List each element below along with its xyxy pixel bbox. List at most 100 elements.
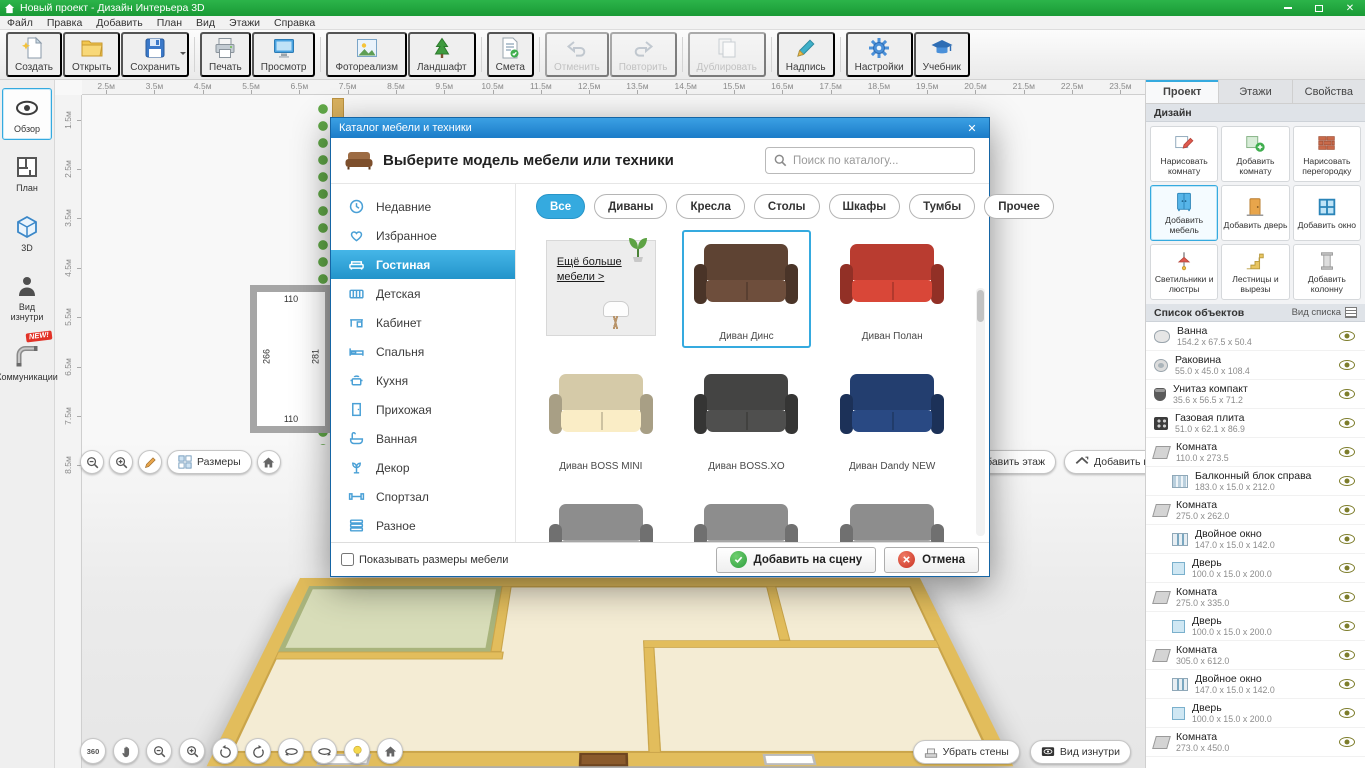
menu-item[interactable]: Добавить <box>89 16 149 30</box>
category-office[interactable]: Кабинет <box>331 308 515 337</box>
visibility-toggle[interactable] <box>1337 592 1357 602</box>
category-bedroom[interactable]: Спальня <box>331 337 515 366</box>
search-input[interactable] <box>793 155 966 167</box>
visibility-toggle[interactable] <box>1337 331 1357 341</box>
cancel-button[interactable]: Отмена <box>884 547 979 573</box>
sidebar-item-overview[interactable]: Обзор <box>2 88 52 140</box>
product-tile[interactable]: Диван Dandy NEW <box>827 360 957 478</box>
menu-item[interactable]: Вид <box>189 16 222 30</box>
rotate-right-button[interactable] <box>245 738 271 764</box>
category-kitchen[interactable]: Кухня <box>331 366 515 395</box>
tutorial-button[interactable]: Учебник <box>914 32 970 77</box>
visibility-toggle[interactable] <box>1337 563 1357 573</box>
category-bathroom[interactable]: Ванная <box>331 424 515 453</box>
draw-partition-button[interactable]: Нарисовать перегородку <box>1293 126 1361 182</box>
product-tile[interactable]: Диван Динс <box>682 230 812 348</box>
sidebar-item-plan[interactable]: План <box>2 147 52 199</box>
object-list-item[interactable]: Ванна 154.2 x 67.5 x 50.4 <box>1146 322 1365 351</box>
category-recent[interactable]: Недавние <box>331 192 515 221</box>
category-hallway[interactable]: Прихожая <box>331 395 515 424</box>
add-roof-button[interactable]: Добавить крышу <box>1064 450 1145 474</box>
product-tile[interactable]: Диван Полан <box>827 230 957 348</box>
stairs-button[interactable]: Лестницы и вырезы <box>1221 244 1289 300</box>
draw-room-button[interactable]: Нарисовать комнату <box>1150 126 1218 182</box>
remove-walls-button[interactable]: Убрать стены <box>913 740 1020 764</box>
visibility-toggle[interactable] <box>1337 534 1357 544</box>
object-list-item[interactable]: Газовая плита 51.0 x 62.1 x 86.9 <box>1146 409 1365 438</box>
category-decor[interactable]: Декор <box>331 453 515 482</box>
visibility-toggle[interactable] <box>1337 621 1357 631</box>
visibility-toggle[interactable] <box>1337 476 1357 486</box>
add-window-button[interactable]: Добавить окно <box>1293 185 1361 241</box>
category-living-room[interactable]: Гостиная <box>331 250 515 279</box>
object-list-item[interactable]: Унитаз компакт 35.6 x 56.5 x 71.2 <box>1146 380 1365 409</box>
filter-chip[interactable]: Шкафы <box>829 194 901 219</box>
show-sizes-checkbox[interactable]: Показывать размеры мебели <box>341 553 508 566</box>
category-kids-room[interactable]: Детская <box>331 279 515 308</box>
visibility-toggle[interactable] <box>1337 418 1357 428</box>
visibility-toggle[interactable] <box>1337 447 1357 457</box>
object-list-item[interactable]: Дверь 100.0 x 15.0 x 200.0 <box>1146 699 1365 728</box>
menu-item[interactable]: Правка <box>40 16 89 30</box>
tab-floors[interactable]: Этажи <box>1219 80 1292 103</box>
filter-chip[interactable]: Диваны <box>594 194 667 219</box>
open-project-button[interactable]: Открыть <box>63 32 120 77</box>
object-list-item[interactable]: Двойное окно 147.0 x 15.0 x 142.0 <box>1146 670 1365 699</box>
filter-chip[interactable]: Столы <box>754 194 820 219</box>
orbit-right-button[interactable] <box>311 738 337 764</box>
light-button[interactable] <box>344 738 370 764</box>
add-furniture-button[interactable]: Добавить мебель <box>1150 185 1218 241</box>
zoom-in-button[interactable] <box>109 450 133 474</box>
visibility-toggle[interactable] <box>1337 360 1357 370</box>
inside-view-button[interactable]: Вид изнутри <box>1030 740 1131 764</box>
sidebar-item-3d[interactable]: 3D <box>2 207 52 259</box>
home-view-button[interactable] <box>257 450 281 474</box>
object-list-item[interactable]: Дверь 100.0 x 15.0 x 200.0 <box>1146 612 1365 641</box>
add-column-button[interactable]: Добавить колонну <box>1293 244 1361 300</box>
add-door-button[interactable]: Добавить дверь <box>1221 185 1289 241</box>
filter-chip[interactable]: Тумбы <box>909 194 975 219</box>
category-gym[interactable]: Спортзал <box>331 482 515 511</box>
zoom-out-button[interactable] <box>80 450 104 474</box>
catalog-search-box[interactable] <box>765 147 975 174</box>
object-list-item[interactable]: Комната 110.0 x 273.5 <box>1146 438 1365 467</box>
zoom-in-button[interactable] <box>179 738 205 764</box>
orbit-left-button[interactable] <box>278 738 304 764</box>
promo-link[interactable]: Ещё больше мебели > <box>557 255 635 285</box>
dialog-close-button[interactable]: ✕ <box>963 120 981 136</box>
product-tile[interactable] <box>827 490 957 542</box>
preview-button[interactable]: Просмотр <box>252 32 316 77</box>
rotate-360-button[interactable]: 360 <box>80 738 106 764</box>
object-list-item[interactable]: Раковина 55.0 x 45.0 x 108.4 <box>1146 351 1365 380</box>
product-tile[interactable] <box>536 490 666 542</box>
new-project-button[interactable]: Создать <box>6 32 62 77</box>
filter-chip[interactable]: Все <box>536 194 585 219</box>
minimize-button[interactable] <box>1275 1 1301 15</box>
visibility-toggle[interactable] <box>1337 650 1357 660</box>
catalog-scrollbar[interactable] <box>976 288 985 536</box>
text-label-button[interactable]: Надпись <box>777 32 835 77</box>
filter-chip[interactable]: Прочее <box>984 194 1054 219</box>
category-favorites[interactable]: Избранное <box>331 221 515 250</box>
object-list-item[interactable]: Балконный блок справа 183.0 x 15.0 x 212… <box>1146 467 1365 496</box>
redo-button[interactable]: Повторить <box>610 32 677 77</box>
visibility-toggle[interactable] <box>1337 389 1357 399</box>
photorealism-button[interactable]: Фотореализм <box>326 32 407 77</box>
category-misc[interactable]: Разное <box>331 511 515 540</box>
landscape-button[interactable]: Ландшафт <box>408 32 476 77</box>
visibility-toggle[interactable] <box>1337 505 1357 515</box>
object-list-item[interactable]: Дверь 100.0 x 15.0 x 200.0 <box>1146 554 1365 583</box>
save-project-button[interactable]: Сохранить <box>121 32 189 77</box>
tab-properties[interactable]: Свойства <box>1293 80 1365 103</box>
add-to-scene-button[interactable]: Добавить на сцену <box>716 547 877 573</box>
list-view-toggle[interactable]: Вид списка <box>1292 307 1357 318</box>
maximize-button[interactable] <box>1306 1 1332 15</box>
rotate-left-button[interactable] <box>212 738 238 764</box>
object-list-item[interactable]: Комната 275.0 x 262.0 <box>1146 496 1365 525</box>
menu-item[interactable]: Этажи <box>222 16 267 30</box>
settings-button[interactable]: Настройки <box>846 32 913 77</box>
add-room-button[interactable]: Добавить комнату <box>1221 126 1289 182</box>
scrollbar-thumb[interactable] <box>977 290 984 322</box>
estimate-button[interactable]: Смета <box>487 32 534 77</box>
filter-chip[interactable]: Кресла <box>676 194 744 219</box>
